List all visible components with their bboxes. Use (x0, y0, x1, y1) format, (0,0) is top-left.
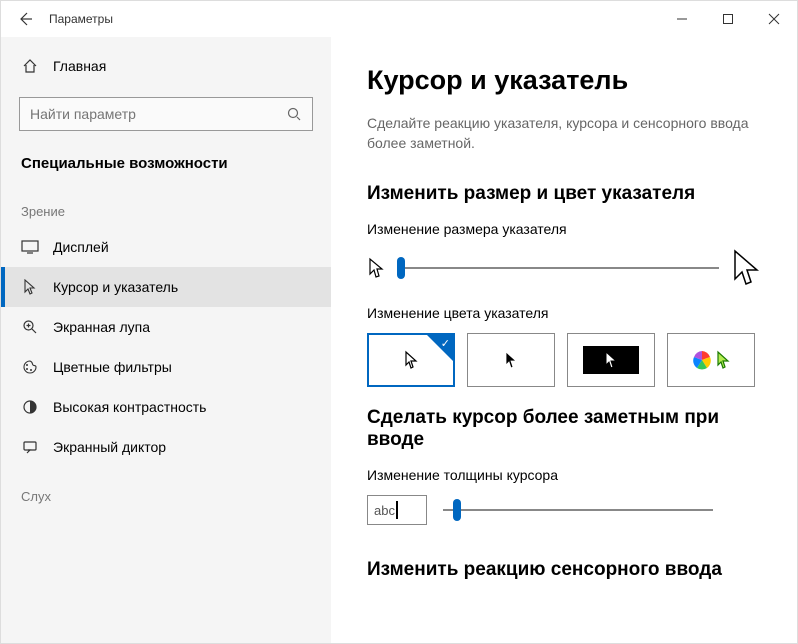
sidebar-item-cursor[interactable]: Курсор и указатель (1, 267, 331, 307)
sidebar-item-label: Экранный диктор (53, 439, 166, 455)
sidebar-item-label: Высокая контрастность (53, 399, 206, 415)
pointer-color-custom[interactable] (667, 333, 755, 387)
maximize-button[interactable] (705, 1, 751, 37)
pointer-color-inverted[interactable] (567, 333, 655, 387)
group-label-hearing: Слух (1, 467, 331, 512)
sidebar-item-label: Дисплей (53, 239, 109, 255)
pointer-color-label: Изменение цвета указателя (367, 305, 761, 321)
page-title: Курсор и указатель (367, 65, 761, 96)
section-pointer-heading: Изменить размер и цвет указателя (367, 183, 761, 205)
section-cursor-heading: Сделать курсор более заметным при вводе (367, 407, 761, 451)
pointer-color-options: ✓ (367, 333, 761, 387)
contrast-icon (21, 398, 39, 416)
back-button[interactable] (9, 11, 41, 27)
page-description: Сделайте реакцию указателя, курсора и се… (367, 114, 761, 153)
sidebar-item-display[interactable]: Дисплей (1, 227, 331, 267)
display-icon (21, 238, 39, 256)
close-button[interactable] (751, 1, 797, 37)
content: Курсор и указатель Сделайте реакцию указ… (331, 37, 797, 643)
pointer-small-icon (367, 257, 385, 279)
sidebar-item-color-filters[interactable]: Цветные фильтры (1, 347, 331, 387)
cursor-thickness-preview: abc (367, 495, 427, 525)
sidebar: Главная Специальные возможности Зрение Д… (1, 37, 331, 643)
pointer-color-black[interactable] (467, 333, 555, 387)
pointer-size-label: Изменение размера указателя (367, 221, 761, 237)
search-icon (286, 106, 302, 122)
section-touch-heading: Изменить реакцию сенсорного ввода (367, 559, 761, 581)
sidebar-item-label: Цветные фильтры (53, 359, 172, 375)
sidebar-item-label: Экранная лупа (53, 319, 150, 335)
cursor-thickness-label: Изменение толщины курсора (367, 467, 761, 483)
titlebar: Параметры (1, 1, 797, 37)
pointer-size-slider[interactable] (397, 256, 719, 280)
sidebar-section-title: Специальные возможности (1, 141, 331, 182)
sidebar-item-label: Курсор и указатель (53, 279, 178, 295)
pointer-large-icon (731, 249, 761, 287)
cursor-icon (21, 278, 39, 296)
home-label: Главная (53, 58, 106, 74)
sidebar-item-magnifier[interactable]: Экранная лупа (1, 307, 331, 347)
group-label-vision: Зрение (1, 182, 331, 227)
minimize-button[interactable] (659, 1, 705, 37)
pointer-color-white[interactable]: ✓ (367, 333, 455, 387)
search-field[interactable] (30, 106, 286, 122)
sidebar-item-high-contrast[interactable]: Высокая контрастность (1, 387, 331, 427)
magnifier-icon (21, 318, 39, 336)
palette-icon (21, 358, 39, 376)
sidebar-item-narrator[interactable]: Экранный диктор (1, 427, 331, 467)
search-input[interactable] (19, 97, 313, 131)
home-link[interactable]: Главная (1, 49, 331, 83)
window-title: Параметры (49, 12, 113, 26)
narrator-icon (21, 438, 39, 456)
cursor-thickness-slider[interactable] (443, 498, 713, 522)
home-icon (21, 57, 39, 75)
